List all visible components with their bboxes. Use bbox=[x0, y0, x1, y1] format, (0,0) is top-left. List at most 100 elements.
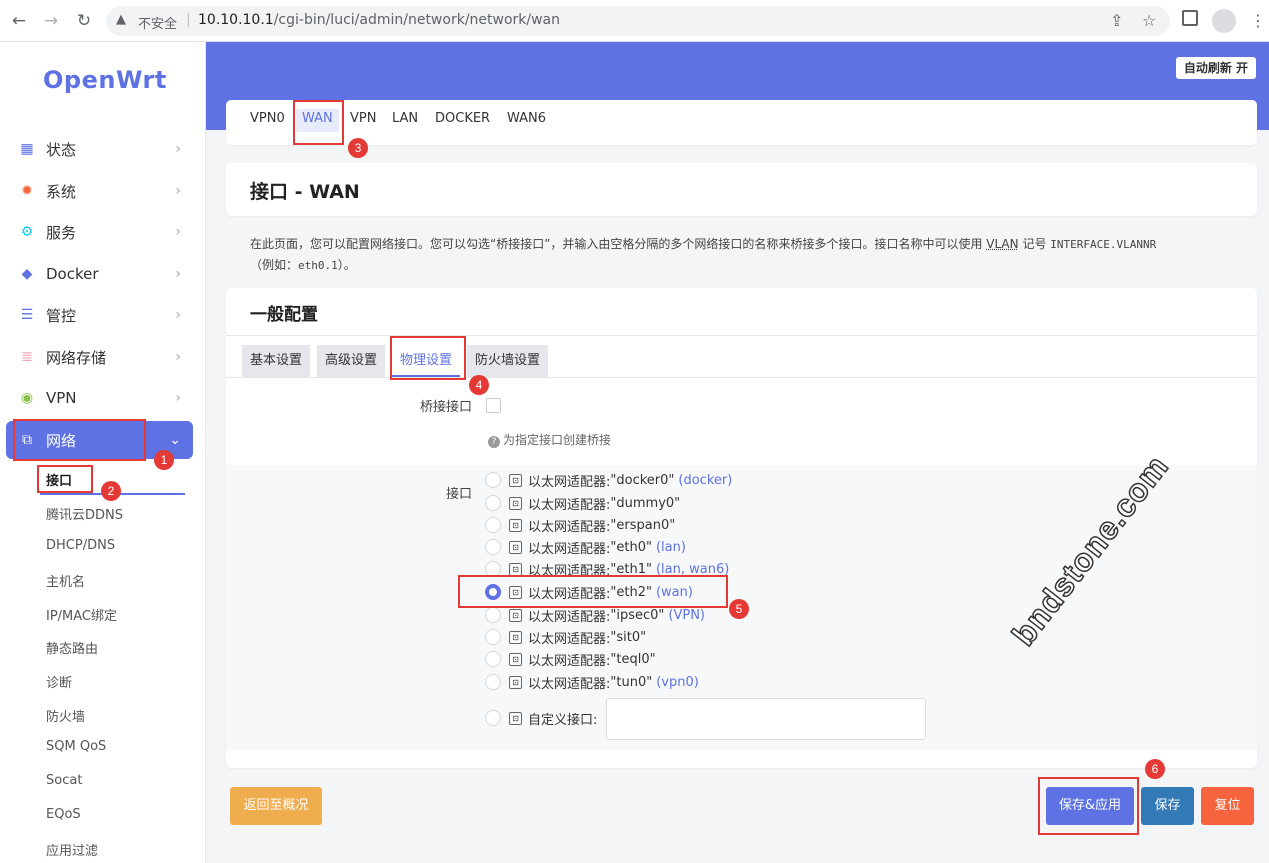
adapter-name: "docker0" bbox=[610, 472, 675, 488]
custom-interface-option[interactable]: ⊡ 自定义接口: bbox=[485, 709, 597, 728]
auto-refresh-button[interactable]: 自动刷新 开 bbox=[1175, 57, 1256, 79]
back-to-overview-button[interactable]: 返回至概况 bbox=[230, 787, 322, 825]
ethernet-adapter-icon: ⊡ bbox=[509, 540, 522, 554]
interface-radio[interactable] bbox=[485, 607, 501, 623]
sidebar-item-system[interactable]: ✹ 系统 › bbox=[6, 172, 193, 210]
share-icon[interactable]: ⇪ bbox=[1110, 10, 1123, 32]
chevron-right-icon: › bbox=[175, 224, 181, 240]
sidebar-item-nas[interactable]: ≣ 网络存储 › bbox=[6, 338, 193, 376]
more-menu-icon[interactable]: ⋮ bbox=[1250, 10, 1266, 32]
bridge-interfaces-checkbox[interactable] bbox=[486, 398, 501, 413]
dashboard-icon: ▦ bbox=[20, 141, 34, 157]
sidebar-subitem-hostnames[interactable]: 主机名 bbox=[46, 571, 85, 590]
sidebar-item-services[interactable]: ⚙ 服务 › bbox=[6, 213, 193, 251]
vlan-abbr: VLAN bbox=[986, 237, 1019, 251]
interface-option[interactable]: ⊡ 以太网适配器: "eth0" (lan) bbox=[485, 538, 686, 557]
interface-radio[interactable] bbox=[485, 629, 501, 645]
tab-basic-settings[interactable]: 基本设置 bbox=[242, 345, 311, 377]
adapter-network: (vpn0) bbox=[656, 674, 699, 690]
adapter-prefix: 以太网适配器: bbox=[528, 676, 611, 692]
interface-radio[interactable] bbox=[485, 651, 501, 667]
ethernet-adapter-icon: ⊡ bbox=[509, 630, 522, 644]
interface-option[interactable]: ⊡ 以太网适配器: "ipsec0" (VPN) bbox=[485, 606, 705, 625]
desc-text-4: ）。 bbox=[337, 258, 356, 272]
sidebar-subitem-ddns[interactable]: 腾讯云DDNS bbox=[46, 504, 123, 523]
ethernet-adapter-icon: ⊡ bbox=[509, 496, 522, 510]
interface-option[interactable]: ⊡ 以太网适配器: "dummy0" bbox=[485, 494, 684, 513]
interface-radio[interactable] bbox=[485, 517, 501, 533]
sidebar-item-status[interactable]: ▦ 状态 › bbox=[6, 130, 193, 168]
sidebar-subitem-routes[interactable]: 静态路由 bbox=[46, 638, 98, 657]
sliders-icon: ☰ bbox=[20, 307, 34, 323]
annotation-badge-2: 2 bbox=[101, 481, 121, 501]
bridge-hint: ? 为指定接口创建桥接 bbox=[488, 431, 611, 448]
ethernet-adapter-icon: ⊡ bbox=[509, 518, 522, 532]
sidebar-item-docker[interactable]: ◆ Docker › bbox=[6, 255, 193, 293]
sidebar-item-label: VPN bbox=[46, 389, 77, 407]
reload-icon[interactable]: ↻ bbox=[73, 10, 95, 32]
sidebar-subitem-dhcp[interactable]: DHCP/DNS bbox=[46, 538, 115, 553]
interface-radio[interactable] bbox=[485, 539, 501, 555]
annotation-box-network bbox=[13, 419, 146, 461]
save-button[interactable]: 保存 bbox=[1141, 787, 1194, 825]
annotation-badge-3: 3 bbox=[348, 138, 368, 158]
annotation-box-interfaces bbox=[37, 465, 93, 493]
interface-label: 接口 bbox=[445, 487, 472, 502]
sidebar-item-label: 管控 bbox=[46, 306, 77, 325]
sidebar-subitem-socat[interactable]: Socat bbox=[46, 773, 82, 788]
chevron-right-icon: › bbox=[175, 390, 181, 406]
ethernet-adapter-icon: ⊡ bbox=[509, 675, 522, 689]
tab-vpn[interactable]: VPN bbox=[350, 111, 376, 126]
sidebar-item-vpn[interactable]: ◉ VPN › bbox=[6, 379, 193, 417]
browser-toolbar: ← → ↻ ▲ 不安全 | 10.10.10.1/cgi-bin/luci/ad… bbox=[0, 0, 1269, 42]
adapter-name: "eth0" bbox=[610, 539, 652, 555]
interface-option[interactable]: ⊡ 以太网适配器: "sit0" bbox=[485, 628, 650, 647]
address-bar[interactable]: ▲ 不安全 | 10.10.10.1/cgi-bin/luci/admin/ne… bbox=[106, 6, 1170, 36]
interface-radio[interactable] bbox=[485, 495, 501, 511]
tab-vpn0[interactable]: VPN0 bbox=[250, 111, 285, 126]
annotation-box-save-apply bbox=[1038, 777, 1139, 835]
adapter-network: (lan) bbox=[655, 539, 686, 555]
adapter-prefix: 以太网适配器: bbox=[528, 497, 611, 513]
interface-radio[interactable] bbox=[485, 674, 501, 690]
interface-radio[interactable] bbox=[485, 472, 501, 488]
interface-option[interactable]: ⊡ 以太网适配器: "docker0" (docker) bbox=[485, 471, 733, 490]
tab-docker[interactable]: DOCKER bbox=[435, 111, 490, 126]
sidebar-subitem-appfilter[interactable]: 应用过滤 bbox=[46, 840, 98, 859]
url-text[interactable]: 10.10.10.1/cgi-bin/luci/admin/network/ne… bbox=[198, 12, 560, 28]
interface-option[interactable]: ⊡ 以太网适配器: "teql0" bbox=[485, 650, 660, 669]
tab-firewall-settings[interactable]: 防火墙设置 bbox=[467, 345, 549, 377]
adapter-name: "erspan0" bbox=[610, 517, 676, 533]
sidebar-subitem-ipmac[interactable]: IP/MAC绑定 bbox=[46, 605, 117, 624]
divider bbox=[226, 335, 1257, 336]
adapter-network: (docker) bbox=[678, 472, 733, 488]
ethernet-adapter-icon: ⊡ bbox=[509, 562, 522, 576]
bookmark-star-icon[interactable]: ☆ bbox=[1142, 10, 1156, 32]
openwrt-logo[interactable]: OpenWrt bbox=[43, 66, 167, 94]
custom-interface-input[interactable] bbox=[606, 698, 926, 740]
adapter-prefix: 以太网适配器: bbox=[528, 631, 611, 647]
warning-icon[interactable]: ▲ bbox=[116, 12, 126, 27]
url-host: 10.10.10.1 bbox=[198, 12, 274, 28]
tab-advanced-settings[interactable]: 高级设置 bbox=[317, 345, 386, 377]
sidebar-subitem-sqm[interactable]: SQM QoS bbox=[46, 739, 106, 754]
sidebar-subitem-diagnostics[interactable]: 诊断 bbox=[46, 672, 72, 691]
interface-option[interactable]: ⊡ 以太网适配器: "erspan0" bbox=[485, 516, 679, 535]
sidebar-subitem-firewall[interactable]: 防火墙 bbox=[46, 706, 85, 725]
desc-example: eth0.1 bbox=[298, 259, 338, 272]
tab-lan[interactable]: LAN bbox=[392, 111, 418, 126]
profile-avatar-icon[interactable] bbox=[1212, 9, 1236, 33]
interface-radio[interactable] bbox=[485, 710, 501, 726]
forward-arrow-icon[interactable]: → bbox=[40, 10, 62, 32]
back-arrow-icon[interactable]: ← bbox=[8, 10, 30, 32]
sidebar-subitem-eqos[interactable]: EQoS bbox=[46, 807, 81, 822]
ethernet-adapter-icon: ⊡ bbox=[509, 711, 522, 725]
annotation-box-physical-tab bbox=[390, 336, 466, 380]
sidebar-item-label: 系统 bbox=[46, 182, 77, 201]
sidebar-item-control[interactable]: ☰ 管控 › bbox=[6, 296, 193, 334]
tab-wan6[interactable]: WAN6 bbox=[507, 111, 546, 126]
reset-button[interactable]: 复位 bbox=[1201, 787, 1254, 825]
interface-option[interactable]: ⊡ 以太网适配器: "tun0" (vpn0) bbox=[485, 673, 699, 692]
interface-tabs: VPN0 WAN VPN LAN DOCKER WAN6 bbox=[226, 100, 1257, 145]
sidepanel-icon[interactable] bbox=[1182, 10, 1198, 26]
